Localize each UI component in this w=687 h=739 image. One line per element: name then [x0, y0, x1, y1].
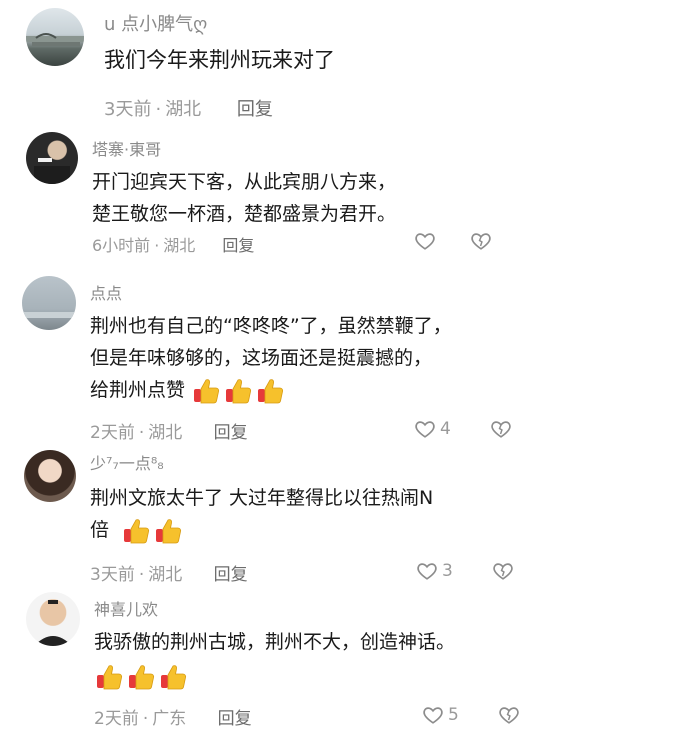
username[interactable]: 点点 — [90, 280, 122, 304]
comment-meta: 2天前 · 湖北 回复 — [90, 423, 248, 443]
comment-item: 塔寨·東哥 开门迎宾天下客，从此宾朋八方来， 楚王敬您一杯酒，楚都盛景为君开。 … — [0, 128, 687, 268]
like-button[interactable]: 5 — [422, 704, 459, 726]
avatar[interactable] — [24, 450, 76, 502]
comment-item: u 点小脾气ღ 我们今年来荆州玩来对了 3天前 · 湖北 回复 — [0, 0, 687, 128]
like-count: 5 — [448, 705, 459, 725]
broken-heart-icon — [470, 230, 492, 252]
comment-time: 3天前 — [104, 99, 152, 120]
broken-heart-icon — [498, 704, 520, 726]
like-count: 4 — [440, 419, 451, 439]
thumbs-up-emoji — [153, 516, 183, 546]
comment-meta: 2天前 · 广东 回复 — [94, 709, 252, 729]
comment-item: 少⁷₇一点⁸₈ 荆州文旅太牛了 大过年整得比以往热闹N 倍 3天前 · 湖北 回复 … — [0, 446, 687, 588]
like-button[interactable] — [414, 230, 436, 252]
comment-item: 点点 荆州也有自己的“咚咚咚”了，虽然禁鞭了， 但是年味够够的，这场面还是挺震撼… — [0, 268, 687, 446]
comment-meta: 3天前 · 湖北 回复 — [104, 99, 273, 120]
broken-heart-icon — [490, 418, 512, 440]
avatar-photo-icon — [34, 158, 70, 184]
comment-meta: 6小时前 · 湖北 回复 — [92, 236, 255, 255]
comment-time: 2天前 — [94, 709, 139, 729]
reply-button[interactable]: 回复 — [214, 565, 248, 585]
thumbs-up-emoji — [255, 376, 285, 406]
reply-button[interactable]: 回复 — [218, 709, 252, 729]
comment-line: 开门迎宾天下客，从此宾朋八方来， — [92, 171, 397, 193]
thumbs-up-emoji — [223, 376, 253, 406]
heart-outline-icon — [422, 704, 444, 726]
comment-text: 荆州文旅太牛了 大过年整得比以往热闹N 倍 — [90, 482, 433, 546]
comment-location: 湖北 — [165, 99, 202, 120]
comment-text: 荆州也有自己的“咚咚咚”了，虽然禁鞭了， 但是年味够够的，这场面还是挺震撼的， … — [90, 310, 452, 406]
comment-text: 我骄傲的荆州古城，荆州不大，创造神话。 — [94, 626, 455, 692]
thumbs-up-emoji — [191, 376, 221, 406]
comment-text: 我们今年来荆州玩来对了 — [104, 44, 335, 76]
comment-line: 倍 — [90, 514, 433, 546]
comment-line: 我骄傲的荆州古城，荆州不大，创造神话。 — [94, 631, 456, 653]
comment-line: 荆州文旅太牛了 大过年整得比以往热闹N — [90, 487, 434, 509]
broken-heart-icon — [492, 560, 514, 582]
heart-outline-icon — [416, 560, 438, 582]
dislike-button[interactable] — [470, 230, 492, 256]
comment-line: 楚王敬您一杯酒，楚都盛景为君开。 — [92, 203, 397, 225]
like-button[interactable]: 4 — [414, 418, 451, 440]
reply-button[interactable]: 回复 — [214, 423, 248, 443]
like-button[interactable]: 3 — [416, 560, 453, 582]
avatar-photo-icon — [22, 312, 76, 318]
comment-text: 开门迎宾天下客，从此宾朋八方来， 楚王敬您一杯酒，楚都盛景为君开。 — [92, 166, 396, 230]
username[interactable]: 少⁷₇一点⁸₈ — [90, 450, 164, 474]
avatar-photo-icon — [34, 600, 72, 646]
reply-button[interactable]: 回复 — [237, 99, 273, 120]
username[interactable]: 神喜儿欢 — [94, 596, 158, 620]
comment-meta: 3天前 · 湖北 回复 — [90, 565, 248, 585]
dislike-button[interactable] — [498, 704, 520, 730]
heart-outline-icon — [414, 418, 436, 440]
avatar[interactable] — [26, 132, 78, 184]
reply-button[interactable]: 回复 — [222, 236, 254, 255]
heart-outline-icon — [414, 230, 436, 252]
comment-line — [94, 660, 455, 692]
comment-line: 荆州也有自己的“咚咚咚”了，虽然禁鞭了， — [90, 315, 452, 337]
comment-time: 6小时前 — [92, 236, 151, 255]
comment-line: 但是年味够够的，这场面还是挺震撼的， — [90, 347, 433, 369]
username[interactable]: u 点小脾气ღ — [104, 10, 207, 36]
dislike-button[interactable] — [492, 560, 514, 586]
comment-location: 湖北 — [148, 423, 183, 443]
thumbs-up-emoji — [121, 516, 151, 546]
avatar-photo-icon — [26, 33, 84, 46]
username[interactable]: 塔寨·東哥 — [92, 136, 161, 160]
comment-location: 广东 — [152, 709, 187, 729]
thumbs-up-emoji — [158, 662, 188, 692]
avatar[interactable] — [26, 8, 84, 66]
comment-time: 2天前 — [90, 423, 135, 443]
comment-location: 湖北 — [163, 236, 196, 255]
avatar[interactable] — [26, 592, 80, 646]
like-count: 3 — [442, 561, 453, 581]
comment-item: 神喜儿欢 我骄傲的荆州古城，荆州不大，创造神话。 2天前 · 广东 回复 5 — [0, 588, 687, 739]
avatar[interactable] — [22, 276, 76, 330]
comment-line: 我们今年来荆州玩来对了 — [104, 48, 335, 72]
comment-line: 给荆州点赞 — [90, 374, 452, 406]
comment-time: 3天前 — [90, 565, 135, 585]
dislike-button[interactable] — [490, 418, 512, 444]
comment-location: 湖北 — [148, 565, 183, 585]
thumbs-up-emoji — [126, 662, 156, 692]
thumbs-up-emoji — [94, 662, 124, 692]
